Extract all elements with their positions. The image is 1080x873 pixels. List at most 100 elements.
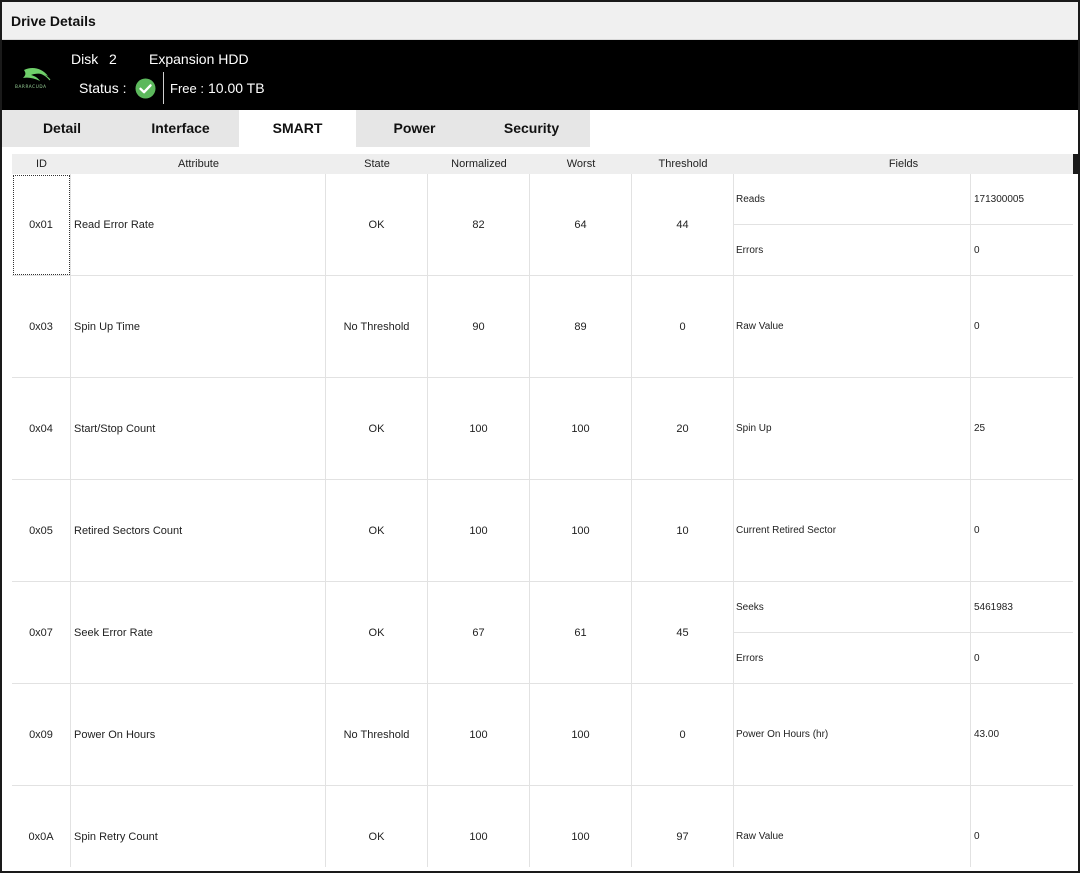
column-header-worst[interactable]: Worst	[530, 158, 632, 170]
field-name: Power On Hours (hr)	[736, 729, 829, 740]
check-circle-icon	[135, 78, 156, 99]
worst-cell: 100	[530, 378, 632, 479]
threshold-cell: 44	[632, 174, 734, 275]
fields-cell: Raw Value 0	[734, 786, 1073, 867]
attribute-cell: Spin Retry Count	[71, 786, 326, 867]
drive-details-window: Drive Details BARRACUDA Disk 2 Expansion…	[0, 0, 1080, 873]
threshold-cell: 0	[632, 276, 734, 377]
threshold-cell: 45	[632, 582, 734, 683]
tab-smart[interactable]: SMART	[239, 110, 356, 147]
id-cell: 0x09	[12, 684, 71, 785]
worst-cell: 100	[530, 684, 632, 785]
worst-cell: 64	[530, 174, 632, 275]
column-header-attribute[interactable]: Attribute	[71, 158, 326, 170]
barracuda-logo: BARRACUDA	[15, 68, 51, 89]
field-value: 0	[974, 653, 980, 664]
field-line: Spin Up 25	[734, 378, 1073, 479]
table-row[interactable]: 0x09 Power On Hours No Threshold 100 100…	[12, 684, 1073, 786]
field-name: Errors	[736, 653, 764, 664]
tab-interface[interactable]: Interface	[122, 110, 239, 147]
window-title: Drive Details	[11, 13, 96, 29]
field-line: Raw Value 0	[734, 786, 1073, 867]
fields-cell: Current Retired Sector 0	[734, 480, 1073, 581]
normalized-cell: 100	[428, 480, 530, 581]
field-line: Errors 0	[734, 633, 1073, 684]
drive-model: Expansion HDD	[149, 51, 249, 67]
state-cell: OK	[326, 582, 428, 683]
field-value: 5461983	[974, 601, 1013, 613]
threshold-cell: 20	[632, 378, 734, 479]
fields-cell: Spin Up 25	[734, 378, 1073, 479]
column-header-normalized[interactable]: Normalized	[428, 158, 530, 170]
tab-detail[interactable]: Detail	[2, 110, 122, 147]
column-header-state[interactable]: State	[326, 158, 428, 170]
drive-header: BARRACUDA Disk 2 Expansion HDD Status : …	[2, 40, 1078, 110]
disk-number: 2	[109, 51, 117, 67]
id-cell: 0x04	[12, 378, 71, 479]
field-line: Raw Value 0	[734, 276, 1073, 377]
field-name: Raw Value	[736, 321, 784, 332]
column-header-fields[interactable]: Fields	[734, 158, 1073, 170]
title-bar: Drive Details	[2, 2, 1078, 40]
worst-cell: 61	[530, 582, 632, 683]
state-cell: OK	[326, 786, 428, 867]
fields-cell: Seeks 5461983 Errors 0	[734, 582, 1073, 684]
smart-table-header: ID Attribute State Normalized Worst Thre…	[12, 154, 1073, 174]
id-cell: 0x07	[12, 582, 71, 683]
field-line: Errors 0	[734, 225, 1073, 276]
free-space-value: 10.00 TB	[208, 80, 265, 96]
field-value: 0	[974, 525, 980, 536]
field-line: Seeks 5461983	[734, 582, 1073, 633]
field-line: Power On Hours (hr) 43.00	[734, 684, 1073, 785]
state-cell: No Threshold	[326, 276, 428, 377]
field-name: Reads	[736, 193, 765, 205]
field-line: Reads 171300005	[734, 174, 1073, 225]
threshold-cell: 97	[632, 786, 734, 867]
threshold-cell: 10	[632, 480, 734, 581]
normalized-cell: 67	[428, 582, 530, 683]
column-header-threshold[interactable]: Threshold	[632, 158, 734, 170]
table-row[interactable]: 0x04 Start/Stop Count OK 100 100 20 Spin…	[12, 378, 1073, 480]
tab-security[interactable]: Security	[473, 110, 590, 147]
field-name: Raw Value	[736, 831, 784, 842]
table-row[interactable]: 0x05 Retired Sectors Count OK 100 100 10…	[12, 480, 1073, 582]
table-row[interactable]: 0x0A Spin Retry Count OK 100 100 97 Raw …	[12, 786, 1073, 867]
field-name: Errors	[736, 245, 764, 256]
id-cell: 0x0A	[12, 786, 71, 867]
id-cell: 0x05	[12, 480, 71, 581]
worst-cell: 100	[530, 480, 632, 581]
worst-cell: 100	[530, 786, 632, 867]
normalized-cell: 82	[428, 174, 530, 275]
id-cell: 0x03	[12, 276, 71, 377]
table-row[interactable]: 0x01 Read Error Rate OK 82 64 44 Reads 1…	[12, 174, 1073, 276]
focus-indicator	[13, 175, 70, 275]
fields-cell: Reads 171300005 Errors 0	[734, 174, 1073, 276]
fields-cell: Raw Value 0	[734, 276, 1073, 377]
column-header-id[interactable]: ID	[12, 158, 71, 170]
normalized-cell: 100	[428, 684, 530, 785]
table-row[interactable]: 0x07 Seek Error Rate OK 67 61 45 Seeks 5…	[12, 582, 1073, 684]
disk-label: Disk	[71, 51, 99, 67]
attribute-cell: Seek Error Rate	[71, 582, 326, 683]
field-name: Current Retired Sector	[736, 525, 837, 536]
svg-text:BARRACUDA: BARRACUDA	[15, 84, 47, 89]
field-value: 25	[974, 423, 986, 434]
field-value: 0	[974, 321, 980, 332]
normalized-cell: 90	[428, 276, 530, 377]
field-line: Current Retired Sector 0	[734, 480, 1073, 581]
field-name: Seeks	[736, 601, 764, 613]
normalized-cell: 100	[428, 786, 530, 867]
field-value: 171300005	[974, 193, 1025, 205]
vertical-scrollbar[interactable]	[1073, 154, 1080, 174]
attribute-cell: Spin Up Time	[71, 276, 326, 377]
worst-cell: 89	[530, 276, 632, 377]
state-cell: OK	[326, 174, 428, 275]
status-label: Status :	[79, 80, 127, 96]
fields-cell: Power On Hours (hr) 43.00	[734, 684, 1073, 785]
threshold-cell: 0	[632, 684, 734, 785]
free-space-label: Free :	[170, 81, 204, 96]
attribute-cell: Read Error Rate	[71, 174, 326, 275]
tab-power[interactable]: Power	[356, 110, 473, 147]
tab-bar: Detail Interface SMART Power Security	[2, 110, 1078, 147]
table-row[interactable]: 0x03 Spin Up Time No Threshold 90 89 0 R…	[12, 276, 1073, 378]
